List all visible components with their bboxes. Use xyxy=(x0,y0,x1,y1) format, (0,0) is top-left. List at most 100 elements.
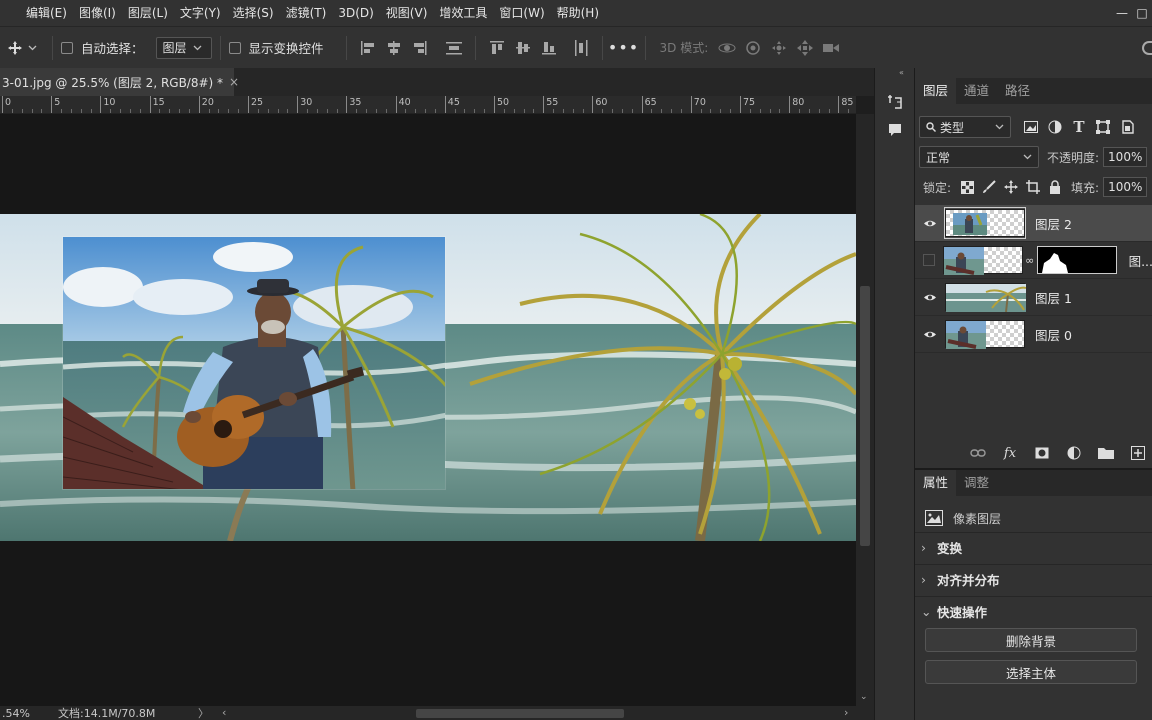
tab-paths[interactable]: 路径 xyxy=(997,78,1038,104)
slide-3d-icon[interactable] xyxy=(794,37,816,59)
remove-background-button[interactable]: 删除背景 xyxy=(925,628,1137,652)
more-options-icon[interactable]: ••• xyxy=(608,37,638,59)
link-icon[interactable]: ∞ xyxy=(1025,254,1035,267)
separator xyxy=(601,35,603,60)
separator xyxy=(644,35,646,60)
layer-name[interactable]: 图层 2 xyxy=(1035,214,1072,233)
status-menu-arrow[interactable]: 〉 xyxy=(198,705,214,720)
filter-pixel-icon[interactable] xyxy=(1021,117,1041,137)
new-adjustment-layer-icon[interactable] xyxy=(1065,446,1083,460)
document-tab[interactable]: 3-01.jpg @ 25.5% (图层 2, RGB/8#) * × xyxy=(0,68,239,96)
add-mask-icon[interactable] xyxy=(1033,447,1051,459)
align-left-icon[interactable] xyxy=(357,37,379,59)
show-transform-checkbox[interactable] xyxy=(228,41,241,54)
menu-image[interactable]: 图像(I) xyxy=(73,0,122,26)
menu-edit[interactable]: 编辑(E) xyxy=(20,0,73,26)
filter-shape-icon[interactable] xyxy=(1093,117,1113,137)
lock-position-icon[interactable] xyxy=(1001,177,1021,197)
auto-select-checkbox[interactable] xyxy=(61,41,73,54)
filter-type-icon[interactable]: T xyxy=(1069,117,1089,137)
status-bar: .54% 文档:14.1M/70.8M 〉 ‹ › xyxy=(0,706,874,720)
blend-mode-select[interactable]: 正常 xyxy=(919,146,1039,168)
restore-icon[interactable]: □ xyxy=(1132,0,1152,26)
layer-row[interactable]: ∞ 图... xyxy=(915,242,1152,279)
layer-mask-thumbnail[interactable] xyxy=(1036,246,1117,274)
eye-icon[interactable] xyxy=(915,293,945,302)
menu-select[interactable]: 选择(S) xyxy=(227,0,280,26)
ruler-minor-tick xyxy=(680,109,682,113)
search-icon[interactable] xyxy=(1142,40,1152,55)
close-icon[interactable]: × xyxy=(229,75,239,89)
eye-icon[interactable] xyxy=(915,330,945,339)
roll-3d-icon[interactable] xyxy=(742,37,764,59)
align-middle-v-icon[interactable] xyxy=(512,37,534,59)
horizontal-scrollbar[interactable] xyxy=(232,709,840,718)
auto-select-target-select[interactable]: 图层 xyxy=(155,36,212,59)
layer-row[interactable]: 图层 0 xyxy=(915,316,1152,353)
zoom-level[interactable]: .54% xyxy=(0,707,58,720)
section-transform[interactable]: › 变换 xyxy=(915,532,1152,562)
section-align-distribute[interactable]: › 对齐并分布 xyxy=(915,564,1152,594)
layer-name[interactable]: 图层 0 xyxy=(1035,325,1072,344)
align-bottom-icon[interactable] xyxy=(538,37,560,59)
history-icon[interactable] xyxy=(885,92,905,112)
eye-icon[interactable] xyxy=(915,219,945,228)
comments-icon[interactable] xyxy=(885,120,905,140)
distribute-horizontal-icon[interactable] xyxy=(570,37,592,59)
menu-window[interactable]: 窗口(W) xyxy=(493,0,550,26)
section-quick-actions[interactable]: ⌄ 快速操作 xyxy=(915,596,1152,626)
menu-layer[interactable]: 图层(L) xyxy=(122,0,174,26)
lock-all-icon[interactable] xyxy=(1045,177,1065,197)
opacity-input[interactable]: 100% xyxy=(1103,147,1148,167)
scale-3d-icon[interactable] xyxy=(820,37,842,59)
layer-name[interactable]: 图... xyxy=(1129,251,1152,270)
scroll-down-icon[interactable]: ⌄ xyxy=(860,692,868,702)
lock-pixels-icon[interactable] xyxy=(979,177,999,197)
menu-type[interactable]: 文字(Y) xyxy=(174,0,227,26)
guitarist-layer[interactable] xyxy=(62,236,446,490)
vertical-scrollbar[interactable]: ⌄ xyxy=(856,114,874,706)
tab-channels[interactable]: 通道 xyxy=(956,78,997,104)
menu-3d[interactable]: 3D(D) xyxy=(332,0,379,26)
menu-view[interactable]: 视图(V) xyxy=(380,0,434,26)
fill-input[interactable]: 100% xyxy=(1103,177,1148,197)
layer-row[interactable]: 图层 2 xyxy=(915,205,1152,242)
select-subject-button[interactable]: 选择主体 xyxy=(925,660,1137,684)
move-tool-preset[interactable] xyxy=(0,40,44,55)
align-right-icon[interactable] xyxy=(409,37,431,59)
drag-3d-icon[interactable] xyxy=(768,37,790,59)
filter-adjustment-icon[interactable] xyxy=(1045,117,1065,137)
layer-name[interactable]: 图层 1 xyxy=(1035,288,1072,307)
ruler-minor-tick xyxy=(307,109,309,113)
lock-artboard-icon[interactable] xyxy=(1023,177,1043,197)
tab-properties[interactable]: 属性 xyxy=(915,470,957,496)
tab-layers[interactable]: 图层 xyxy=(915,78,957,104)
horizontal-ruler[interactable]: 0 5 10 15 20 25 30 35 40 45 50 55 60 65 70 75 80 85 xyxy=(0,96,856,114)
vertical-scroll-thumb[interactable] xyxy=(860,286,870,546)
distribute-vertical-icon[interactable] xyxy=(443,37,465,59)
document-image[interactable] xyxy=(0,214,856,541)
orbit-3d-icon[interactable] xyxy=(716,37,738,59)
lock-transparent-icon[interactable] xyxy=(957,177,977,197)
layer-row[interactable]: 图层 1 xyxy=(915,279,1152,316)
align-center-h-icon[interactable] xyxy=(383,37,405,59)
layer-filter-select[interactable]: 类型 xyxy=(919,116,1011,138)
new-group-icon[interactable] xyxy=(1097,447,1115,459)
menu-filter[interactable]: 滤镜(T) xyxy=(280,0,333,26)
filter-smart-object-icon[interactable] xyxy=(1117,117,1137,137)
menu-plugins[interactable]: 增效工具 xyxy=(433,0,493,26)
canvas-area[interactable] xyxy=(0,114,856,706)
scroll-left-icon[interactable]: ‹ xyxy=(222,706,226,719)
link-layers-icon[interactable] xyxy=(969,448,987,458)
chevron-down-icon xyxy=(1023,154,1032,160)
scroll-right-icon[interactable]: › xyxy=(844,706,848,719)
new-layer-icon[interactable] xyxy=(1129,446,1147,460)
collapse-panels-icon[interactable]: « xyxy=(899,68,904,77)
visibility-toggle[interactable] xyxy=(915,254,943,266)
layer-style-fx-icon[interactable]: fx xyxy=(1001,446,1019,461)
minimize-icon[interactable]: — xyxy=(1112,0,1132,26)
horizontal-scroll-thumb[interactable] xyxy=(416,709,624,718)
menu-help[interactable]: 帮助(H) xyxy=(551,0,605,26)
tab-adjustments[interactable]: 调整 xyxy=(956,470,997,496)
align-top-icon[interactable] xyxy=(486,37,508,59)
